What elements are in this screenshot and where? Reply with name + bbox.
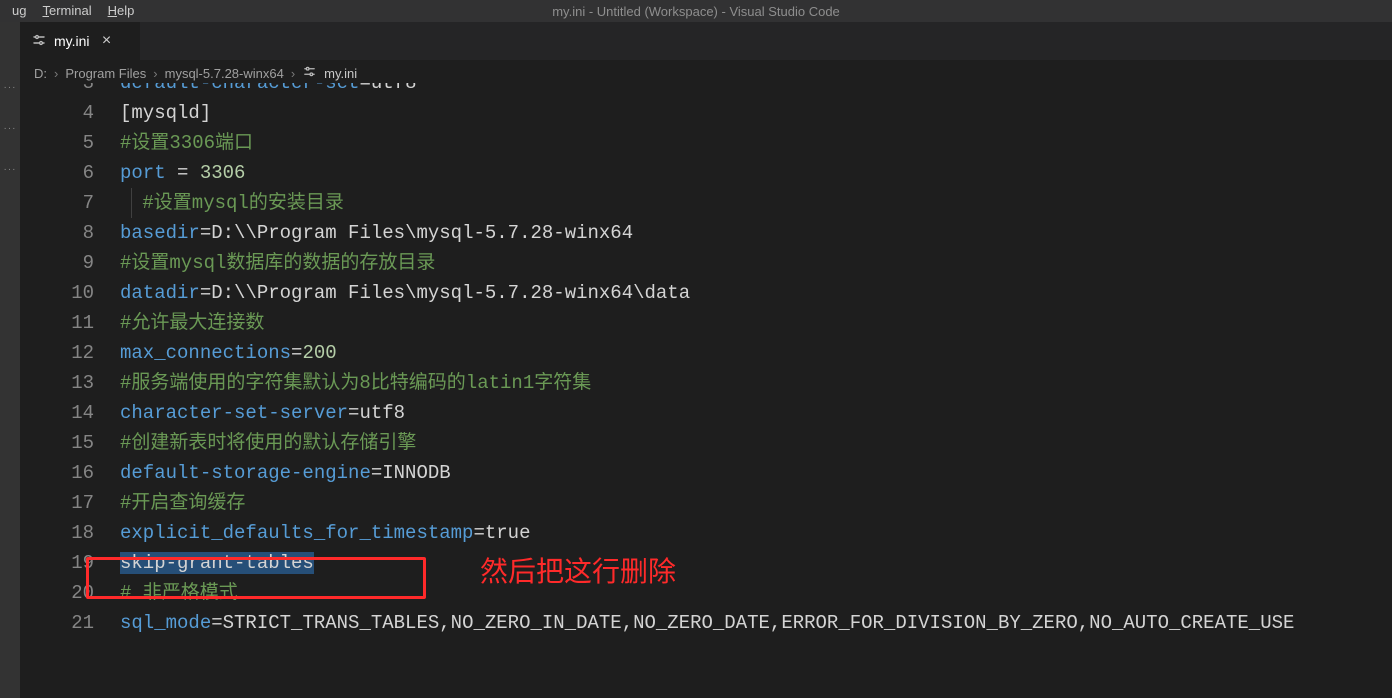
code-content[interactable]: sql_mode=STRICT_TRANS_TABLES,NO_ZERO_IN_… (120, 608, 1294, 638)
code-line[interactable]: 9#设置mysql数据库的数据的存放目录 (20, 248, 1392, 278)
line-number: 11 (20, 308, 120, 338)
line-number: 15 (20, 428, 120, 458)
code-line[interactable]: 12max_connections=200 (20, 338, 1392, 368)
menu-item-help[interactable]: Help (100, 0, 143, 22)
code-line[interactable]: 16default-storage-engine=INNODB (20, 458, 1392, 488)
window-title: my.ini - Untitled (Workspace) - Visual S… (552, 4, 840, 19)
code-line[interactable]: 5#设置3306端口 (20, 128, 1392, 158)
close-icon[interactable]: × (98, 32, 116, 50)
settings-file-icon (302, 65, 316, 81)
line-number: 7 (20, 188, 120, 218)
settings-file-icon (32, 33, 46, 50)
code-content[interactable]: #设置3306端口 (120, 128, 253, 158)
code-content[interactable]: #设置mysql数据库的数据的存放目录 (120, 248, 435, 278)
breadcrumb-part[interactable]: D: (34, 66, 47, 81)
line-number: 5 (20, 128, 120, 158)
activity-item-icon[interactable]: ··· (4, 82, 17, 93)
code-line[interactable]: 6port = 3306 (20, 158, 1392, 188)
code-line[interactable]: 20# 非严格模式 (20, 578, 1392, 608)
breadcrumb-file[interactable]: my.ini (324, 66, 357, 81)
line-number: 16 (20, 458, 120, 488)
code-content[interactable]: #创建新表时将使用的默认存储引擎 (120, 428, 416, 458)
line-number: 9 (20, 248, 120, 278)
menubar: ug Terminal Help my.ini - Untitled (Work… (0, 0, 1392, 22)
code-editor[interactable]: 3default-character-set=utf84[mysqld]5#设置… (20, 86, 1392, 698)
line-number: 13 (20, 368, 120, 398)
tab-bar: my.ini × (20, 22, 1392, 60)
breadcrumb-part[interactable]: mysql-5.7.28-winx64 (165, 66, 284, 81)
code-content[interactable]: #设置mysql的安装目录 (120, 188, 344, 218)
line-number: 21 (20, 608, 120, 638)
code-line[interactable]: 14character-set-server=utf8 (20, 398, 1392, 428)
code-content[interactable]: skip-grant-tables (120, 548, 314, 578)
code-content[interactable]: character-set-server=utf8 (120, 398, 405, 428)
code-content[interactable]: datadir=D:\\Program Files\mysql-5.7.28-w… (120, 278, 690, 308)
code-content[interactable]: #服务端使用的字符集默认为8比特编码的latin1字符集 (120, 368, 591, 398)
code-line[interactable]: 3default-character-set=utf8 (20, 83, 1392, 98)
code-line[interactable]: 21sql_mode=STRICT_TRANS_TABLES,NO_ZERO_I… (20, 608, 1392, 638)
line-number: 14 (20, 398, 120, 428)
chevron-right-icon: › (51, 66, 61, 81)
code-line[interactable]: 15#创建新表时将使用的默认存储引擎 (20, 428, 1392, 458)
code-content[interactable]: # 非严格模式 (120, 578, 238, 608)
activity-item-icon[interactable]: ··· (4, 164, 17, 175)
menu-item-ug[interactable]: ug (4, 0, 34, 22)
code-content[interactable]: explicit_defaults_for_timestamp=true (120, 518, 530, 548)
tab-label: my.ini (54, 33, 90, 49)
code-content[interactable]: #允许最大连接数 (120, 308, 264, 338)
activity-bar: ··· ··· ··· (0, 22, 20, 698)
code-content[interactable]: basedir=D:\\Program Files\mysql-5.7.28-w… (120, 218, 633, 248)
line-number: 17 (20, 488, 120, 518)
line-number: 10 (20, 278, 120, 308)
code-content[interactable]: #开启查询缓存 (120, 488, 245, 518)
line-number: 8 (20, 218, 120, 248)
tab-my-ini[interactable]: my.ini × (20, 22, 140, 60)
chevron-right-icon: › (288, 66, 298, 81)
code-content[interactable]: default-storage-engine=INNODB (120, 458, 451, 488)
line-number: 12 (20, 338, 120, 368)
line-number: 4 (20, 98, 120, 128)
line-number: 19 (20, 548, 120, 578)
line-number: 18 (20, 518, 120, 548)
line-number: 6 (20, 158, 120, 188)
code-content[interactable]: [mysqld] (120, 98, 211, 128)
code-line[interactable]: 13#服务端使用的字符集默认为8比特编码的latin1字符集 (20, 368, 1392, 398)
line-number: 20 (20, 578, 120, 608)
code-line[interactable]: 17#开启查询缓存 (20, 488, 1392, 518)
code-content[interactable]: max_connections=200 (120, 338, 337, 368)
code-line[interactable]: 10datadir=D:\\Program Files\mysql-5.7.28… (20, 278, 1392, 308)
code-content[interactable]: port = 3306 (120, 158, 245, 188)
activity-item-icon[interactable]: ··· (4, 123, 17, 134)
chevron-right-icon: › (150, 66, 160, 81)
editor-area: my.ini × D: › Program Files › mysql-5.7.… (20, 22, 1392, 698)
code-line[interactable]: 7 #设置mysql的安装目录 (20, 188, 1392, 218)
code-line[interactable]: 11#允许最大连接数 (20, 308, 1392, 338)
code-line[interactable]: 19skip-grant-tables (20, 548, 1392, 578)
code-line[interactable]: 4[mysqld] (20, 98, 1392, 128)
menu-item-terminal[interactable]: Terminal (34, 0, 99, 22)
breadcrumb-part[interactable]: Program Files (65, 66, 146, 81)
code-line[interactable]: 18explicit_defaults_for_timestamp=true (20, 518, 1392, 548)
code-line[interactable]: 8basedir=D:\\Program Files\mysql-5.7.28-… (20, 218, 1392, 248)
